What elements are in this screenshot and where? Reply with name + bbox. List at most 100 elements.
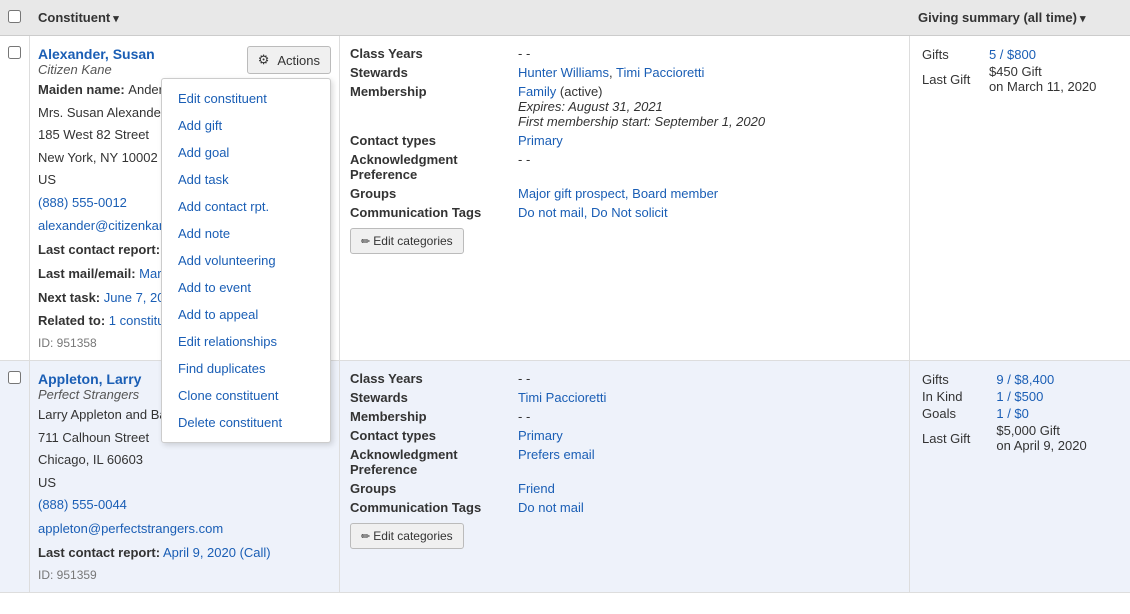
select-all-checkbox[interactable]	[8, 10, 21, 23]
row1-last-gift-amount: $450 Gift	[989, 64, 1042, 79]
row2-contact-types-link[interactable]: Primary	[518, 428, 563, 443]
row1-membership-val: Family (active) Expires: August 31, 2021…	[518, 84, 899, 129]
menu-edit-constituent[interactable]: Edit constituent	[162, 85, 330, 112]
giving-column-label: Giving summary (all time)	[918, 10, 1077, 25]
row2-ack-link[interactable]: Prefers email	[518, 447, 595, 462]
row2-name[interactable]: Appleton, Larry	[38, 371, 141, 387]
actions-dropdown: Edit constituent Add gift Add goal Add t…	[161, 78, 331, 443]
menu-delete-constituent[interactable]: Delete constituent	[162, 409, 330, 436]
constituent-column-label: Constituent	[38, 10, 110, 25]
row2-last-contact-val[interactable]: April 9, 2020 (Call)	[163, 545, 271, 560]
row1-membership-sub1: Expires: August 31, 2021	[518, 99, 663, 114]
row2-info-grid: Class Years - - Stewards Timi Pacciorett…	[350, 371, 899, 515]
row1-last-gift-date: on March 11, 2020	[989, 79, 1096, 94]
row2-giving-label1: Gifts	[918, 371, 992, 388]
row1-last-gift-val: $450 Gift on March 11, 2020	[985, 63, 1122, 95]
menu-add-volunteering[interactable]: Add volunteering	[162, 247, 330, 274]
row2-email: appleton@perfectstrangers.com	[38, 519, 331, 540]
row1-edit-categories-btn[interactable]: Edit categories	[350, 228, 464, 254]
row1-left-cell: Alexander, Susan Citizen Kane Maiden nam…	[30, 36, 340, 360]
row2-membership-val: - -	[518, 409, 899, 424]
row1-ack-label: Acknowledgment Preference	[350, 152, 510, 182]
row1-gifts-link[interactable]: 5 / $800	[989, 47, 1036, 62]
row1-giving-table: Gifts 5 / $800 Last Gift $450 Gift on Ma…	[918, 46, 1122, 95]
row2-middle-cell: Class Years - - Stewards Timi Pacciorett…	[340, 361, 910, 591]
menu-add-contact-rpt[interactable]: Add contact rpt.	[162, 193, 330, 220]
menu-edit-relationships[interactable]: Edit relationships	[162, 328, 330, 355]
menu-add-note[interactable]: Add note	[162, 220, 330, 247]
row2-country: US	[38, 473, 331, 493]
row2-email-link[interactable]: appleton@perfectstrangers.com	[38, 521, 223, 536]
row1-info-grid: Class Years - - Stewards Hunter Williams…	[350, 46, 899, 220]
row1-name[interactable]: Alexander, Susan	[38, 46, 155, 62]
row2-last-gift-amount: $5,000 Gift	[996, 423, 1060, 438]
row2-giving-val2: 1 / $500	[992, 388, 1122, 405]
row2-giving-label3: Goals	[918, 405, 992, 422]
row2-contact-types-label: Contact types	[350, 428, 510, 443]
row2-edit-categories-btn[interactable]: Edit categories	[350, 523, 464, 549]
row2-goals-link[interactable]: 1 / $0	[996, 406, 1029, 421]
menu-clone-constituent[interactable]: Clone constituent	[162, 382, 330, 409]
menu-add-to-event[interactable]: Add to event	[162, 274, 330, 301]
row2-class-years-val: - -	[518, 371, 899, 386]
pencil-icon2	[361, 529, 373, 543]
row2-phone-link[interactable]: (888) 555-0044	[38, 497, 127, 512]
row2-addr2: Chicago, IL 60603	[38, 450, 331, 470]
row2-class-years-label: Class Years	[350, 371, 510, 386]
row2-inkind-link[interactable]: 1 / $500	[996, 389, 1043, 404]
row1-class-years-label: Class Years	[350, 46, 510, 61]
row1-related-label: Related to:	[38, 313, 105, 328]
row1-contact-types-link[interactable]: Primary	[518, 133, 563, 148]
row1-membership-link[interactable]: Family	[518, 84, 556, 99]
row2-ack-label: Acknowledgment Preference	[350, 447, 510, 477]
row1-stewards-label: Stewards	[350, 65, 510, 80]
menu-find-duplicates[interactable]: Find duplicates	[162, 355, 330, 382]
row2-checkbox[interactable]	[8, 371, 21, 384]
row2-contact-types-val: Primary	[518, 428, 899, 443]
row1-groups-link[interactable]: Major gift prospect, Board member	[518, 186, 718, 201]
row2-groups-val: Friend	[518, 481, 899, 496]
header-constituent[interactable]: Constituent	[30, 2, 340, 33]
row2-giving-val3: 1 / $0	[992, 405, 1122, 422]
row1-steward2[interactable]: Timi Paccioretti	[616, 65, 704, 80]
header-check	[0, 2, 30, 34]
pencil-icon	[361, 234, 373, 248]
constituent-sort-chevron	[110, 10, 119, 25]
row2-stewards-val: Timi Paccioretti	[518, 390, 899, 405]
actions-label: Actions	[277, 53, 320, 68]
row2-comm-tags-link[interactable]: Do not mail	[518, 500, 584, 515]
row2-steward1[interactable]: Timi Paccioretti	[518, 390, 606, 405]
row1-middle-cell: Class Years - - Stewards Hunter Williams…	[340, 36, 910, 360]
row2-groups-link[interactable]: Friend	[518, 481, 555, 496]
row1-giving-val1: 5 / $800	[985, 46, 1122, 63]
row1-membership-sub2: First membership start: September 1, 202…	[518, 114, 765, 129]
row1-steward1[interactable]: Hunter Williams	[518, 65, 609, 80]
header-giving[interactable]: Giving summary (all time)	[910, 2, 1130, 33]
row1-checkbox[interactable]	[8, 46, 21, 59]
constituent-row: Alexander, Susan Citizen Kane Maiden nam…	[0, 36, 1130, 361]
row2-gifts-link[interactable]: 9 / $8,400	[996, 372, 1054, 387]
row1-last-mail-label: Last mail/email:	[38, 266, 136, 281]
row2-membership-label: Membership	[350, 409, 510, 424]
row2-groups-label: Groups	[350, 481, 510, 496]
menu-add-gift[interactable]: Add gift	[162, 112, 330, 139]
row1-groups-val: Major gift prospect, Board member	[518, 186, 899, 201]
row1-class-years-val: - -	[518, 46, 899, 61]
gear-icon	[258, 52, 273, 68]
row1-comm-tags-link[interactable]: Do not mail, Do Not solicit	[518, 205, 668, 220]
row1-comm-tags-val: Do not mail, Do Not solicit	[518, 205, 899, 220]
row2-ack-val: Prefers email	[518, 447, 899, 477]
row2-edit-categories-label: Edit categories	[373, 529, 452, 543]
row2-comm-tags-label: Communication Tags	[350, 500, 510, 515]
menu-add-goal[interactable]: Add goal	[162, 139, 330, 166]
row1-groups-label: Groups	[350, 186, 510, 201]
header-middle	[340, 10, 910, 26]
actions-button[interactable]: Actions	[247, 46, 331, 74]
row2-comm-tags-val: Do not mail	[518, 500, 899, 515]
row1-check-cell	[0, 36, 30, 360]
menu-add-to-appeal[interactable]: Add to appeal	[162, 301, 330, 328]
row2-check-cell	[0, 361, 30, 591]
row2-last-gift-date: on April 9, 2020	[996, 438, 1086, 453]
menu-add-task[interactable]: Add task	[162, 166, 330, 193]
row1-phone-link[interactable]: (888) 555-0012	[38, 195, 127, 210]
